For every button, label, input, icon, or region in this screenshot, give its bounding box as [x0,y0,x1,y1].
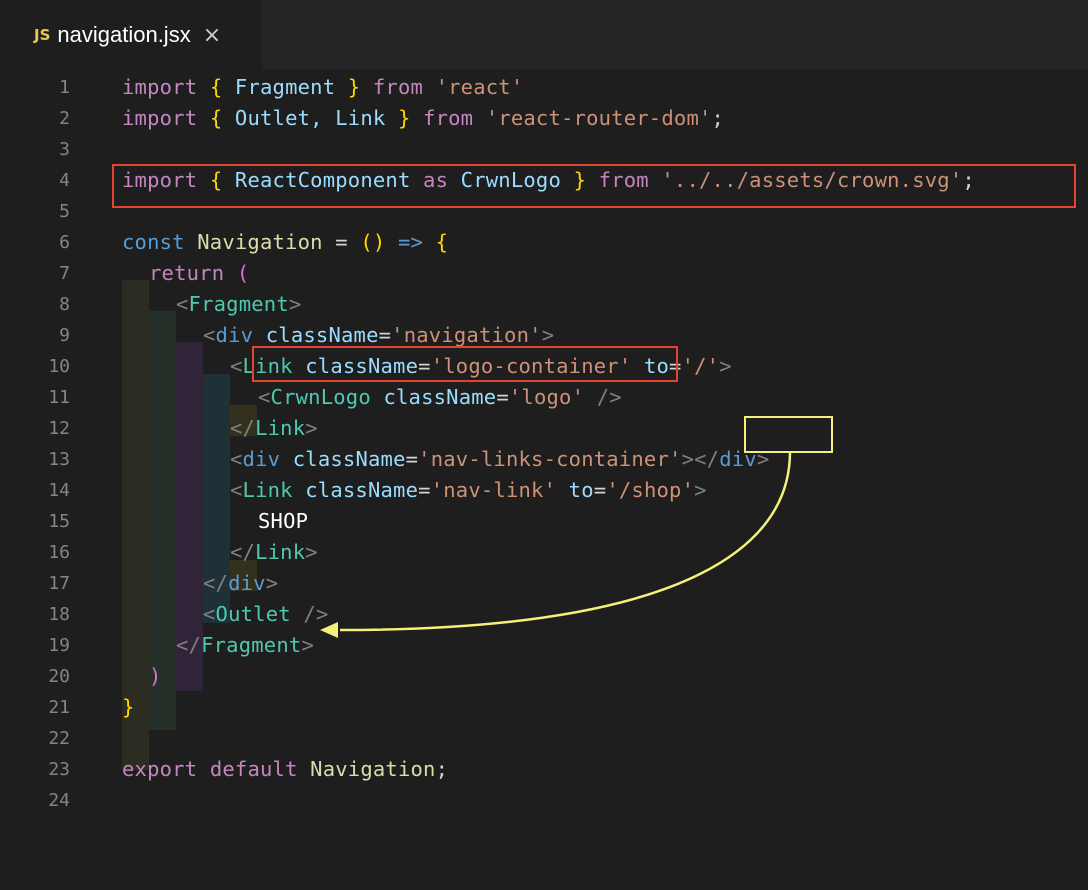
code-editor[interactable]: 1 import { Fragment } from 'react' 2 imp… [0,70,1088,890]
javascript-file-icon: JS [34,26,51,44]
close-icon[interactable]: × [203,23,221,48]
annotation-arrow [320,451,792,638]
tab-navigation-jsx[interactable]: JS navigation.jsx × [0,0,262,70]
tab-bar: JS navigation.jsx × [0,0,1088,70]
tab-filename: navigation.jsx [57,22,191,47]
